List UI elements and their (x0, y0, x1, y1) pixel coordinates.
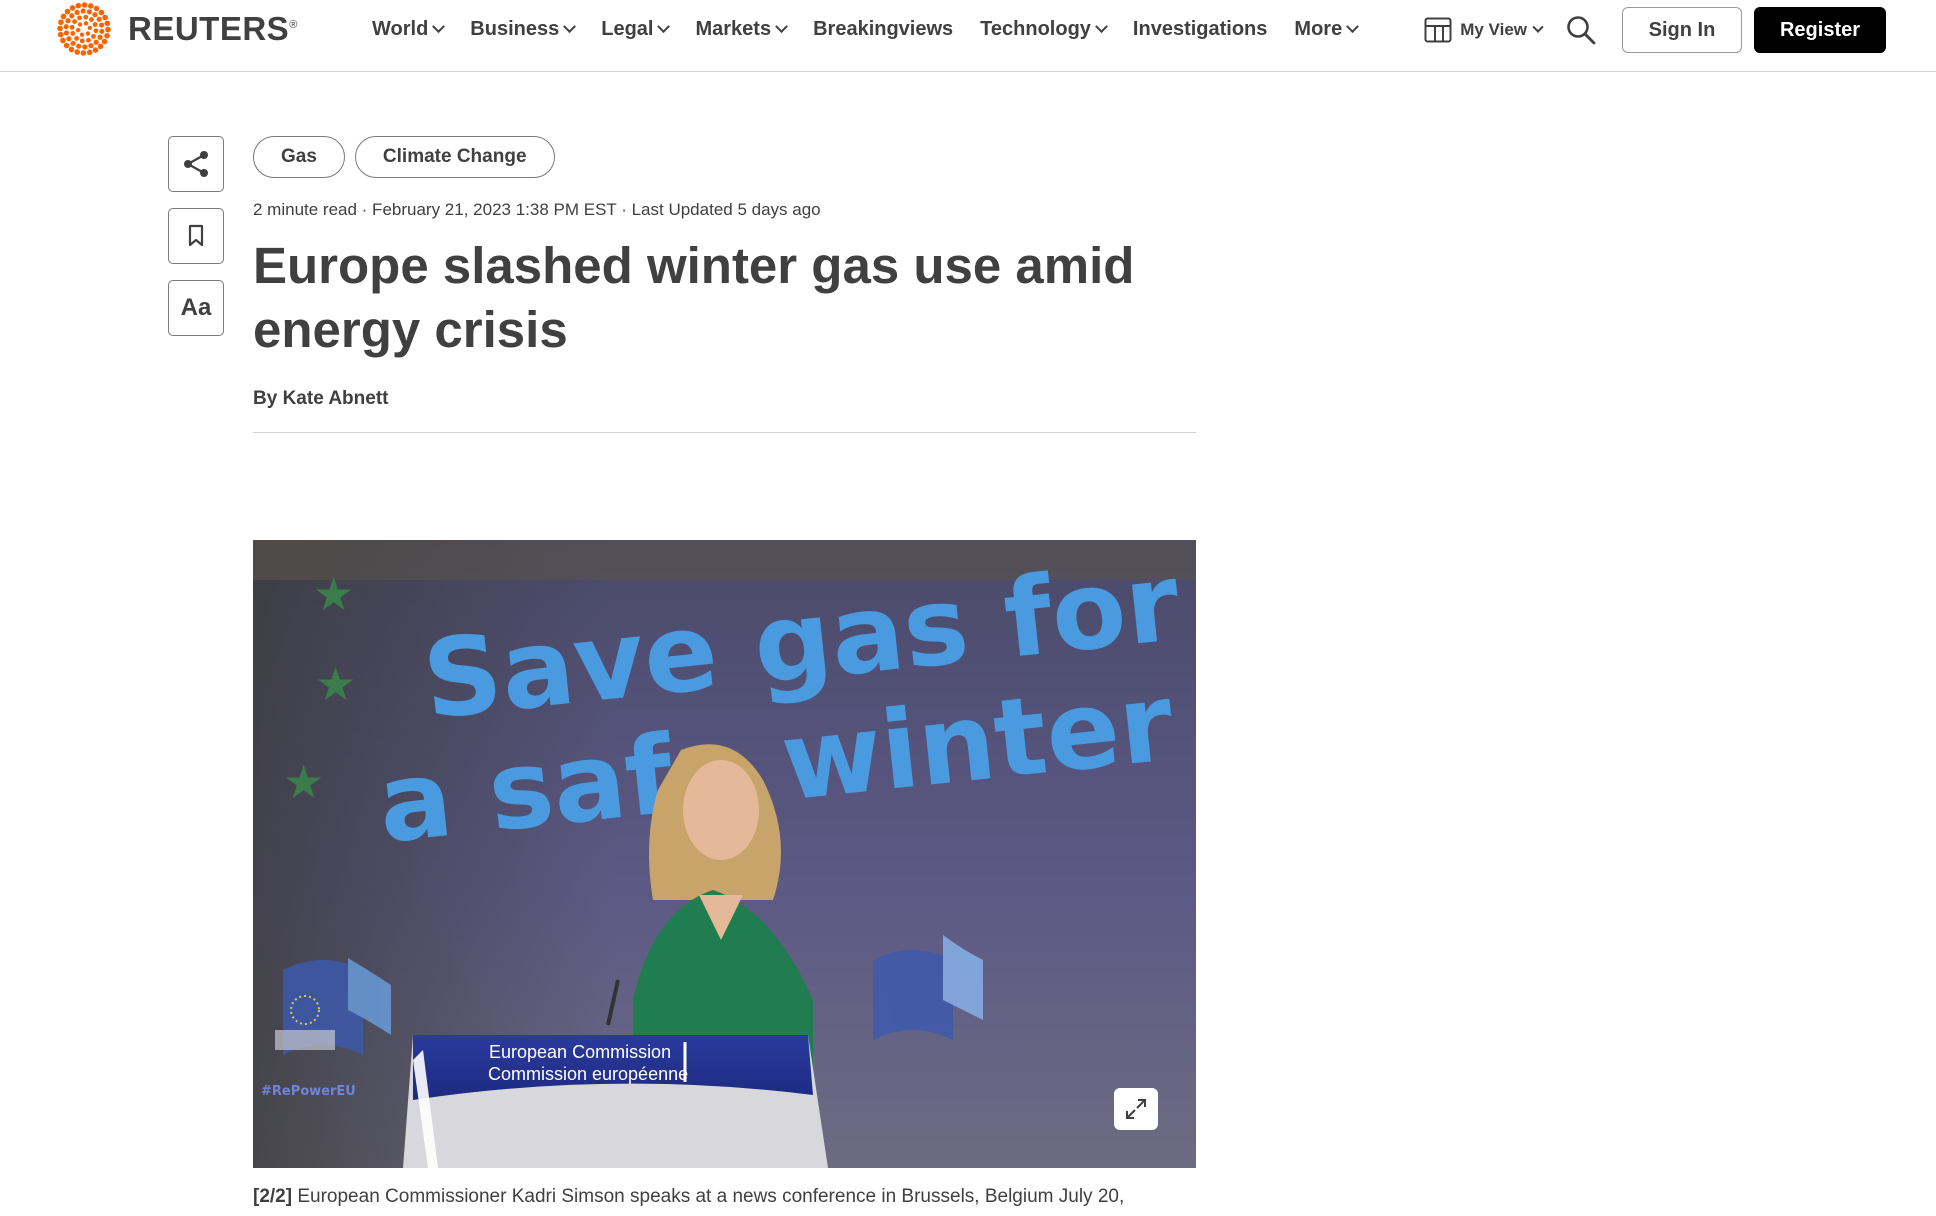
photo-illustration: ★ ★ ★ Save gas for a safe winter #RePowe… (253, 540, 1196, 1168)
article-photo[interactable]: ★ ★ ★ Save gas for a safe winter #RePowe… (253, 540, 1196, 1168)
nav-item-world[interactable]: World (372, 18, 446, 41)
nav-item-technology[interactable]: Technology (980, 18, 1108, 41)
reuters-logo[interactable]: REUTERS® (52, 0, 298, 58)
nav-item-breakingviews[interactable]: Breakingviews (813, 18, 953, 41)
nav-item-investigations[interactable]: Investigations (1133, 18, 1267, 41)
chevron-down-icon (432, 19, 446, 33)
chevron-down-icon (1095, 19, 1108, 33)
svg-text:#RePowerEU: #RePowerEU (261, 1084, 356, 1099)
svg-text:European Commission: European Commission (489, 1042, 671, 1062)
author-link[interactable]: Kate Abnett (283, 388, 389, 409)
expand-image-button[interactable] (1114, 1088, 1158, 1130)
svg-text:★: ★ (315, 657, 356, 711)
expand-icon (1126, 1099, 1146, 1119)
nav-item-business[interactable]: Business (470, 18, 577, 41)
svg-text:Commission européenne: Commission européenne (488, 1064, 688, 1084)
share-button[interactable] (168, 136, 224, 192)
divider (253, 432, 1196, 433)
font-size-button[interactable]: Aa (168, 280, 224, 336)
chevron-down-icon (1346, 19, 1360, 33)
tag-gas[interactable]: Gas (253, 136, 345, 178)
tag-climate-change[interactable]: Climate Change (354, 136, 555, 178)
nav-item-legal[interactable]: Legal (601, 18, 671, 41)
article: Gas Climate Change 2 minute read · Febru… (253, 136, 1197, 433)
top-navigation-bar: REUTERS® World Business Legal Markets Br… (0, 0, 1936, 72)
photo-caption: [2/2] European Commissioner Kadri Simson… (253, 1186, 1196, 1208)
nav-item-markets[interactable]: Markets (695, 18, 788, 41)
svg-text:★: ★ (313, 567, 354, 621)
search-button[interactable] (1564, 13, 1598, 47)
bookmark-button[interactable] (168, 208, 224, 264)
share-icon (184, 151, 208, 177)
chevron-down-icon (775, 19, 788, 33)
reuters-logo-mark-icon (57, 2, 111, 56)
chevron-down-icon (563, 19, 577, 33)
header-tools: My View Sign In Register (1424, 7, 1886, 53)
caption-text: European Commissioner Kadri Simson speak… (297, 1186, 1125, 1207)
chevron-down-icon (1532, 21, 1544, 33)
byline-prefix: By (253, 388, 278, 409)
byline: By Kate Abnett (253, 388, 1197, 410)
nav-item-more[interactable]: More (1294, 18, 1360, 41)
primary-nav: World Business Legal Markets Breakingvie… (372, 0, 1384, 58)
chevron-down-icon (657, 19, 671, 33)
caption-index: [2/2] (253, 1186, 293, 1207)
reuters-wordmark: REUTERS® (128, 10, 298, 47)
layout-grid-icon (1424, 17, 1452, 43)
article-meta: 2 minute read · February 21, 2023 1:38 P… (253, 200, 821, 219)
my-view-button[interactable]: My View (1424, 17, 1544, 43)
search-icon (1567, 16, 1596, 45)
topic-tags: Gas Climate Change (253, 136, 1197, 178)
register-button[interactable]: Register (1754, 7, 1886, 53)
bookmark-icon (188, 224, 204, 247)
svg-text:★: ★ (283, 755, 324, 809)
font-size-label: Aa (180, 294, 212, 321)
article-headline: Europe slashed winter gas use amid energ… (253, 237, 1135, 358)
sign-in-button[interactable]: Sign In (1622, 7, 1742, 53)
